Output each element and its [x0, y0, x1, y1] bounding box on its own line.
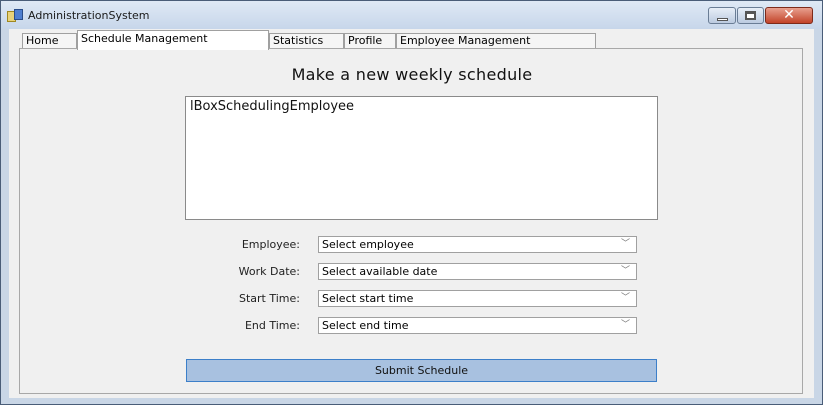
tab-strip: Home Schedule Management Statistics Prof… — [9, 29, 814, 50]
work-date-label: Work Date: — [238, 265, 300, 278]
tab-statistics[interactable]: Statistics — [269, 33, 344, 49]
work-date-select-value: Select available date — [322, 265, 438, 278]
end-time-label: End Time: — [244, 319, 300, 332]
chevron-down-icon: ﹀ — [620, 266, 630, 276]
start-time-select[interactable]: Select start time ﹀ — [318, 290, 637, 307]
app-icon — [7, 9, 23, 22]
close-icon: ✕ — [783, 7, 795, 23]
minimize-icon — [717, 18, 728, 21]
work-date-select[interactable]: Select available date ﹀ — [318, 263, 637, 280]
chevron-down-icon: ﹀ — [620, 320, 630, 330]
tab-home[interactable]: Home — [22, 33, 77, 49]
close-button[interactable]: ✕ — [765, 7, 813, 24]
client-area: Home Schedule Management Statistics Prof… — [9, 29, 814, 398]
tab-employee-management[interactable]: Employee Management — [396, 33, 596, 49]
schedule-panel: Make a new weekly schedule lBoxSchedulin… — [19, 48, 803, 394]
employee-select[interactable]: Select employee ﹀ — [318, 236, 637, 253]
employee-select-value: Select employee — [322, 238, 414, 251]
start-time-select-value: Select start time — [322, 292, 414, 305]
scheduling-employee-listbox[interactable]: lBoxSchedulingEmployee — [185, 96, 658, 220]
start-time-label: Start Time: — [239, 292, 300, 305]
tab-schedule-management[interactable]: Schedule Management — [77, 30, 269, 50]
end-time-select[interactable]: Select end time ﹀ — [318, 317, 637, 334]
employee-label: Employee: — [241, 238, 300, 251]
tab-profile[interactable]: Profile — [344, 33, 396, 49]
end-time-select-value: Select end time — [322, 319, 409, 332]
minimize-button[interactable] — [708, 7, 736, 24]
window-title: AdministrationSystem — [28, 9, 150, 22]
maximize-button[interactable] — [737, 7, 764, 24]
application-window: AdministrationSystem ✕ Home Schedule Man… — [0, 0, 823, 405]
chevron-down-icon: ﹀ — [620, 239, 630, 249]
title-bar[interactable]: AdministrationSystem ✕ — [1, 1, 822, 29]
chevron-down-icon: ﹀ — [620, 293, 630, 303]
submit-schedule-button[interactable]: Submit Schedule — [186, 359, 657, 382]
maximize-icon — [745, 11, 756, 20]
page-title: Make a new weekly schedule — [291, 65, 533, 84]
